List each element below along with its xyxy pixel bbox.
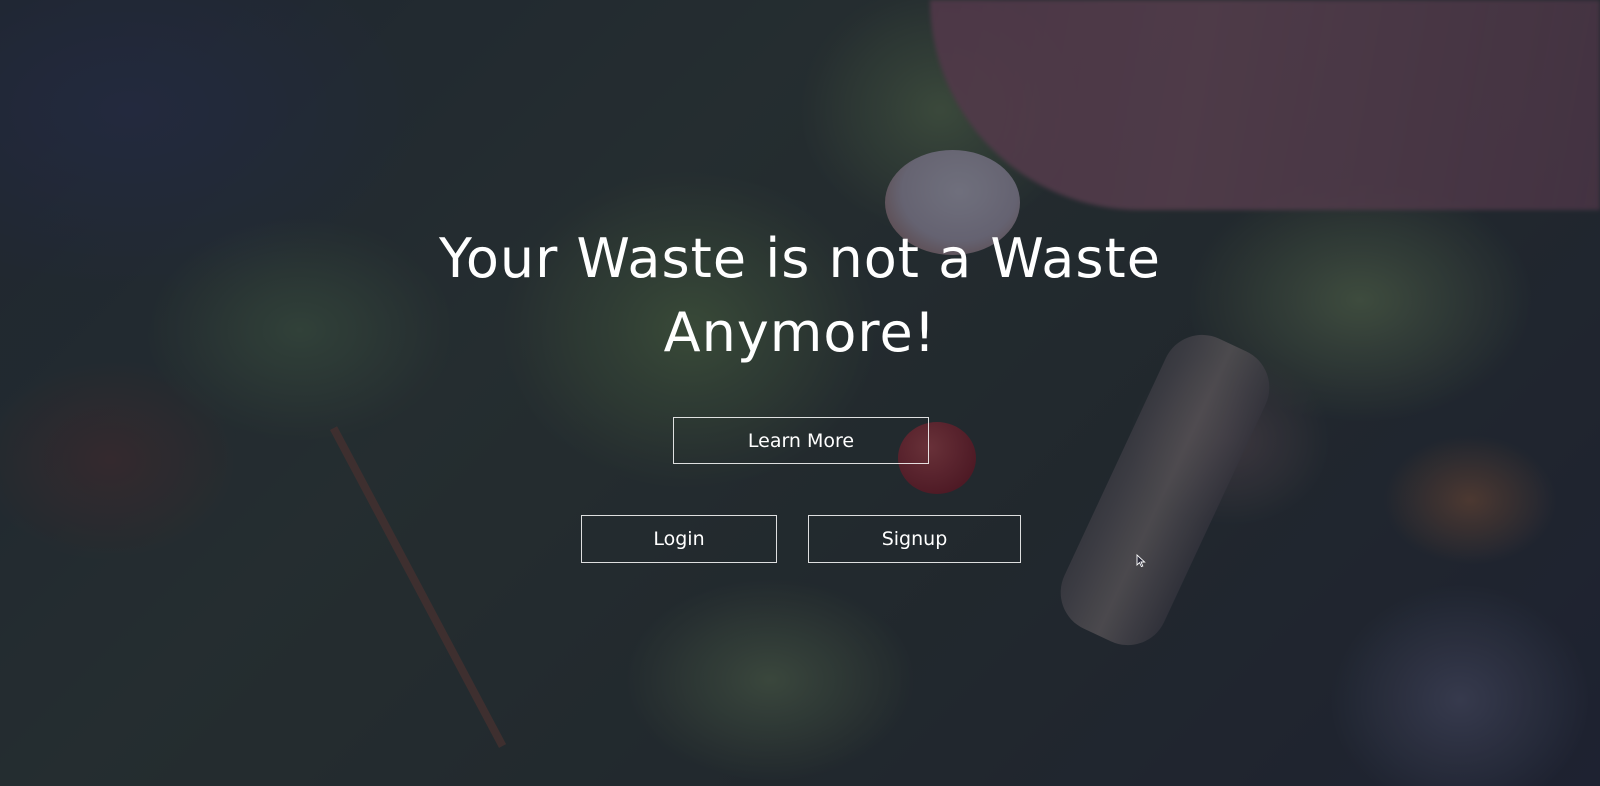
login-button[interactable]: Login <box>581 515 777 563</box>
hero-headline-line1: Your Waste is not a Waste <box>439 227 1161 290</box>
hero-headline: Your Waste is not a Waste Anymore! <box>300 222 1300 370</box>
signup-button[interactable]: Signup <box>808 515 1021 563</box>
mouse-pointer-icon <box>1136 554 1146 568</box>
learn-more-button[interactable]: Learn More <box>673 417 929 464</box>
hero-headline-line2: Anymore! <box>663 301 937 364</box>
hero-content: Your Waste is not a Waste Anymore! Learn… <box>0 0 1600 786</box>
